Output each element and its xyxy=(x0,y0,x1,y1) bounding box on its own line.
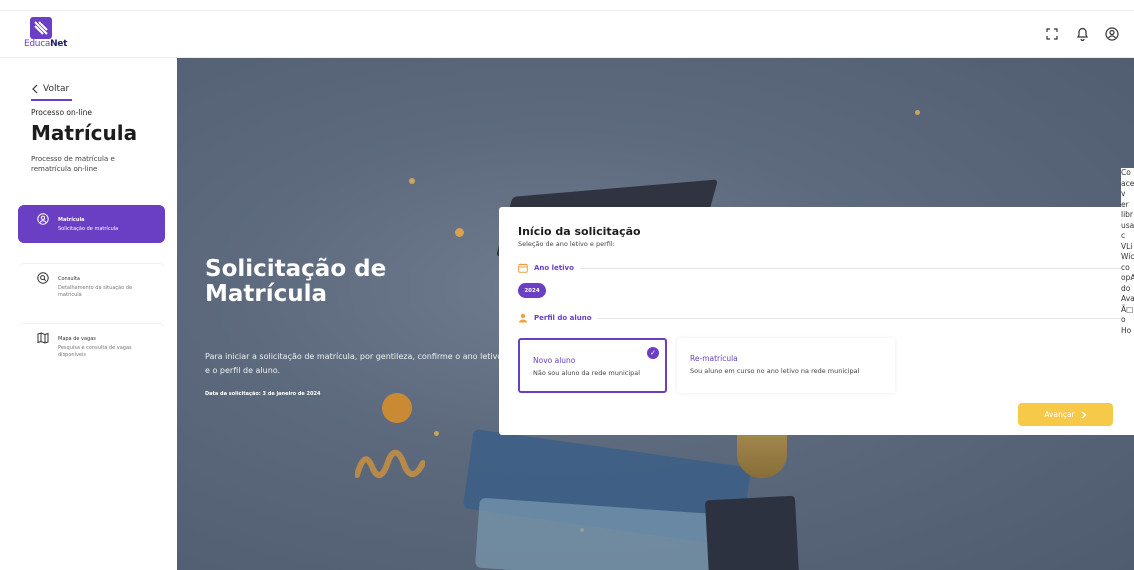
profile-section-label: Perfil do aluno xyxy=(534,314,592,322)
decorative-dot xyxy=(915,110,920,115)
sidebar-item-subtitle: Solicitação de matrícula xyxy=(58,226,119,232)
top-divider xyxy=(0,10,1134,11)
sidebar-item-subtitle: Pesquisa e consulta de vagas disponíveis xyxy=(58,345,132,358)
page-description: Processo de matrícula e rematrícula on-l… xyxy=(31,155,115,173)
sidebar-item-title: Mapa de vagas xyxy=(58,336,96,342)
option-description: Não sou aluno da rede municipal xyxy=(533,369,641,377)
option-novo-aluno[interactable]: ✓ Novo aluno Não sou aluno da rede munic… xyxy=(518,338,667,393)
option-description: Sou aluno em curso no ano letivo na rede… xyxy=(690,367,860,375)
decorative-dot xyxy=(455,228,464,237)
sidebar: Voltar Processo on-line Matrícula Proces… xyxy=(0,58,177,570)
card-title: Início da solicitação xyxy=(518,225,641,238)
logo-mark-icon xyxy=(30,17,52,39)
year-chip[interactable]: 2024 xyxy=(518,283,546,298)
section-divider xyxy=(579,267,1134,269)
card-subtitle: Seleção de ano letivo e perfil: xyxy=(518,240,615,248)
back-link[interactable]: Voltar xyxy=(31,84,69,94)
top-bar: EducaNet xyxy=(0,0,1134,58)
back-underline xyxy=(31,99,72,101)
section-divider xyxy=(597,317,1134,319)
logo-text: EducaNet xyxy=(24,39,68,49)
decorative-squiggle xyxy=(355,449,425,478)
sidebar-item-subtitle: Detalhamento da situação de matrícula xyxy=(58,285,133,298)
check-icon: ✓ xyxy=(647,347,659,359)
sidebar-item-mapa-de-vagas[interactable]: Mapa de vagas Pesquisa e consulta de vag… xyxy=(18,323,165,363)
hero-description: Para iniciar a solicitação de matrícula,… xyxy=(205,352,503,375)
header-actions xyxy=(1044,26,1120,42)
chevron-left-icon xyxy=(32,84,38,94)
search-icon xyxy=(37,272,49,284)
user-circle-icon[interactable] xyxy=(1104,26,1120,42)
request-card: Início da solicitação Seleção de ano let… xyxy=(499,207,1134,435)
map-icon xyxy=(37,332,49,344)
sidebar-menu: Matrícula Solicitação de matrícula Consu… xyxy=(18,205,165,383)
decorative-trophy-base xyxy=(704,495,800,570)
decorative-dot xyxy=(409,178,415,184)
sidebar-item-title: Matrícula xyxy=(58,217,85,223)
educanet-logo[interactable]: EducaNet xyxy=(24,17,68,53)
bell-icon[interactable] xyxy=(1074,26,1090,42)
broken-image-alt-text: Co ace v er libr usa c VLi Wic co opA do… xyxy=(1121,168,1134,378)
option-title: Novo aluno xyxy=(533,356,576,365)
user-icon xyxy=(519,313,527,323)
calendar-icon xyxy=(518,263,528,273)
process-label: Processo on-line xyxy=(31,108,93,117)
next-button[interactable]: Avançar xyxy=(1018,403,1113,426)
sidebar-item-title: Consulta xyxy=(58,276,80,282)
decorative-dot xyxy=(382,393,412,423)
sidebar-item-matricula[interactable]: Matrícula Solicitação de matrícula xyxy=(18,205,165,243)
chevron-right-icon xyxy=(1081,410,1087,419)
page-title: Matrícula xyxy=(31,121,138,145)
year-section-header: Ano letivo xyxy=(518,263,1134,273)
profile-section-header: Perfil do aluno xyxy=(518,313,1134,323)
back-label: Voltar xyxy=(43,84,70,94)
decorative-dot xyxy=(434,431,439,436)
request-date: Data da solicitação: 3 de janeiro de 202… xyxy=(205,391,321,397)
sidebar-item-consulta[interactable]: Consulta Detalhamento da situação de mat… xyxy=(18,263,165,303)
hero-title: Solicitação de Matrícula xyxy=(205,256,387,307)
option-title: Re-matrícula xyxy=(690,354,738,363)
option-re-matricula[interactable]: Re-matrícula Sou aluno em curso no ano l… xyxy=(677,338,895,393)
next-button-label: Avançar xyxy=(1044,410,1075,419)
user-circle-icon xyxy=(37,213,49,225)
year-section-label: Ano letivo xyxy=(534,264,574,272)
expand-icon[interactable] xyxy=(1044,26,1060,42)
